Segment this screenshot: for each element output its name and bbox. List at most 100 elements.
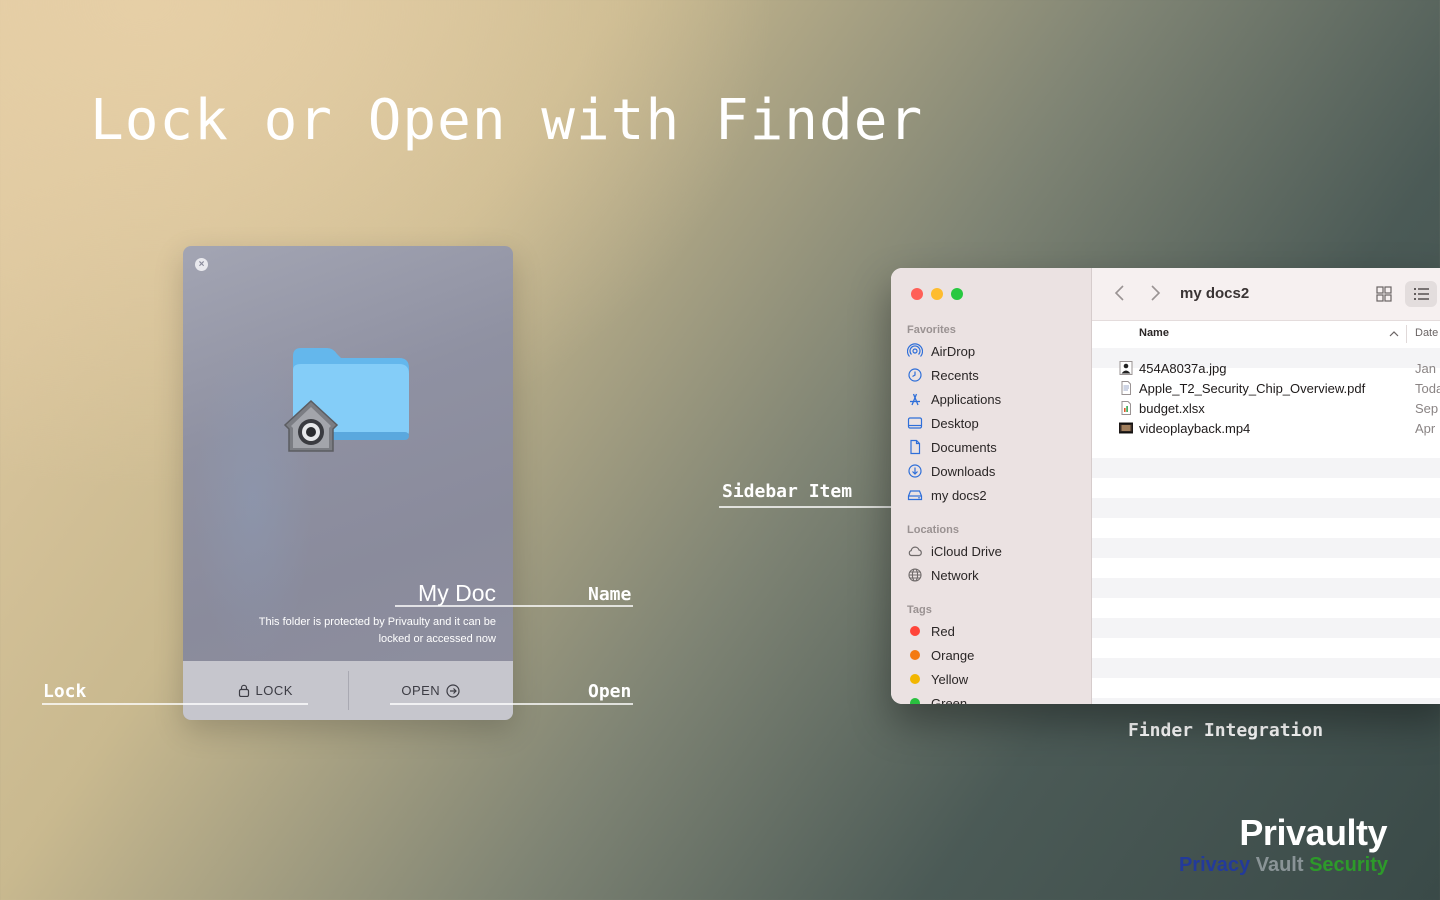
sidebar-item-tag-green[interactable]: Green <box>907 692 967 704</box>
callout-open: Open <box>588 681 632 702</box>
sidebar-item-label: Red <box>931 623 955 639</box>
finder-window: Favorites AirDrop Recents Applications D… <box>891 268 1440 704</box>
video-file-icon <box>1119 422 1133 434</box>
protection-description: This folder is protected by Privaulty an… <box>258 616 496 645</box>
sidebar-item-label: Yellow <box>931 671 969 687</box>
sidebar-item-recents[interactable]: Recents <box>907 364 979 386</box>
sidebar-item-tag-yellow[interactable]: Yellow <box>907 668 968 690</box>
list-view-icon <box>1414 288 1429 300</box>
action-bar: LOCK OPEN <box>183 661 513 720</box>
sidebar-item-documents[interactable]: Documents <box>907 436 997 458</box>
table-row[interactable]: budget.xlsx Sep <box>1092 398 1440 418</box>
file-date: Sep <box>1415 400 1439 416</box>
sidebar-item-airdrop[interactable]: AirDrop <box>907 340 975 362</box>
empty-row <box>1092 458 1440 478</box>
folder-title: my docs2 <box>1180 285 1250 302</box>
tag-dot-red <box>910 626 920 636</box>
image-file-icon <box>1119 361 1133 375</box>
sidebar-item-label: Documents <box>931 439 997 455</box>
lock-badge-icon <box>283 399 339 452</box>
sidebar-item-network[interactable]: Network <box>907 564 979 586</box>
sidebar-item-label: Recents <box>931 367 979 383</box>
download-icon <box>908 464 922 478</box>
grid-view-icon <box>1376 286 1392 302</box>
globe-icon <box>908 568 922 582</box>
callout-lock-line <box>42 703 308 705</box>
privaulty-lock-panel: × My Doc This folder is protected by Pri… <box>183 246 513 720</box>
tags-heading: Tags <box>907 604 932 616</box>
column-header: Name Date <box>1092 320 1440 349</box>
callout-finder-integration: Finder Integration <box>1128 720 1324 741</box>
sidebar-item-icloud-drive[interactable]: iCloud Drive <box>907 540 1002 562</box>
tagline-security: Security <box>1309 854 1388 876</box>
table-row[interactable]: Apple_T2_Security_Chip_Overview.pdf Toda <box>1092 378 1440 398</box>
lock-button[interactable]: LOCK <box>183 661 348 720</box>
pdf-file-icon <box>1121 381 1131 395</box>
list-view-button[interactable] <box>1405 281 1437 307</box>
tagline-vault: Vault <box>1255 854 1304 876</box>
cloud-icon <box>908 546 922 557</box>
column-divider <box>1406 325 1407 343</box>
favorites-heading: Favorites <box>907 324 956 336</box>
brand-name: Privaulty <box>1239 812 1387 853</box>
document-name: My Doc <box>418 580 496 606</box>
sidebar-item-label: AirDrop <box>931 343 976 359</box>
tagline-privacy: Privacy <box>1178 854 1251 876</box>
sidebar-item-tag-red[interactable]: Red <box>907 620 955 642</box>
empty-row <box>1092 498 1440 518</box>
lock-button-label: LOCK <box>255 683 293 698</box>
tag-dot-yellow <box>910 674 920 684</box>
zoom-window-button[interactable] <box>951 288 963 300</box>
sidebar-item-label: my docs2 <box>931 487 987 503</box>
file-date: Toda <box>1415 380 1440 396</box>
sidebar-item-label: Desktop <box>931 415 979 431</box>
file-date: Jan <box>1415 360 1436 376</box>
applications-icon <box>910 393 920 406</box>
sidebar-item-label: Green <box>931 695 968 705</box>
column-name[interactable]: Name <box>1139 327 1169 339</box>
file-name: 454A8037a.jpg <box>1139 360 1227 376</box>
open-button[interactable]: OPEN <box>349 661 514 720</box>
sidebar-item-applications[interactable]: Applications <box>907 388 1001 410</box>
table-row[interactable]: videoplayback.mp4 Apr <box>1092 418 1440 438</box>
callout-name: Name <box>588 584 632 605</box>
table-row[interactable]: 454A8037a.jpg Jan <box>1092 358 1440 378</box>
close-window-button[interactable] <box>911 288 923 300</box>
desktop-icon <box>907 417 923 429</box>
sidebar-item-label: Applications <box>931 391 1002 407</box>
empty-row <box>1092 538 1440 558</box>
file-name: videoplayback.mp4 <box>1139 420 1251 436</box>
protected-folder <box>283 344 413 454</box>
arrow-circle-right-icon <box>446 683 460 698</box>
sidebar-item-my-docs2[interactable]: my docs2 <box>907 484 987 506</box>
sidebar-item-desktop[interactable]: Desktop <box>907 412 979 434</box>
sort-ascending-icon[interactable] <box>1389 330 1399 338</box>
headline: Lock or Open with Finder <box>90 88 924 153</box>
finder-sidebar: Favorites AirDrop Recents Applications D… <box>891 268 1092 704</box>
sidebar-item-label: Network <box>931 567 979 583</box>
minimize-window-button[interactable] <box>931 288 943 300</box>
file-date: Apr <box>1415 420 1436 436</box>
finder-toolbar: my docs2 <box>1092 268 1440 321</box>
empty-row <box>1092 698 1440 704</box>
empty-row <box>1092 618 1440 638</box>
callout-lock: Lock <box>43 681 87 702</box>
callout-name-line <box>395 605 633 607</box>
close-icon[interactable]: × <box>195 258 208 271</box>
forward-arrow-icon[interactable] <box>1149 284 1161 302</box>
open-button-label: OPEN <box>401 683 441 698</box>
clock-icon <box>908 368 922 382</box>
back-arrow-icon[interactable] <box>1114 284 1126 302</box>
finder-content: my docs2 Name Date 454A8037a.jpg Jan App… <box>1092 268 1440 704</box>
spreadsheet-file-icon <box>1121 401 1131 415</box>
tag-dot-green <box>910 698 920 704</box>
grid-view-button[interactable] <box>1368 281 1400 307</box>
sidebar-item-label: Downloads <box>931 463 996 479</box>
lock-icon <box>238 684 249 697</box>
locations-heading: Locations <box>907 524 959 536</box>
callout-sidebar-item: Sidebar Item <box>722 481 853 502</box>
sidebar-item-tag-orange[interactable]: Orange <box>907 644 974 666</box>
empty-row <box>1092 658 1440 678</box>
column-date[interactable]: Date <box>1415 327 1438 339</box>
sidebar-item-downloads[interactable]: Downloads <box>907 460 995 482</box>
